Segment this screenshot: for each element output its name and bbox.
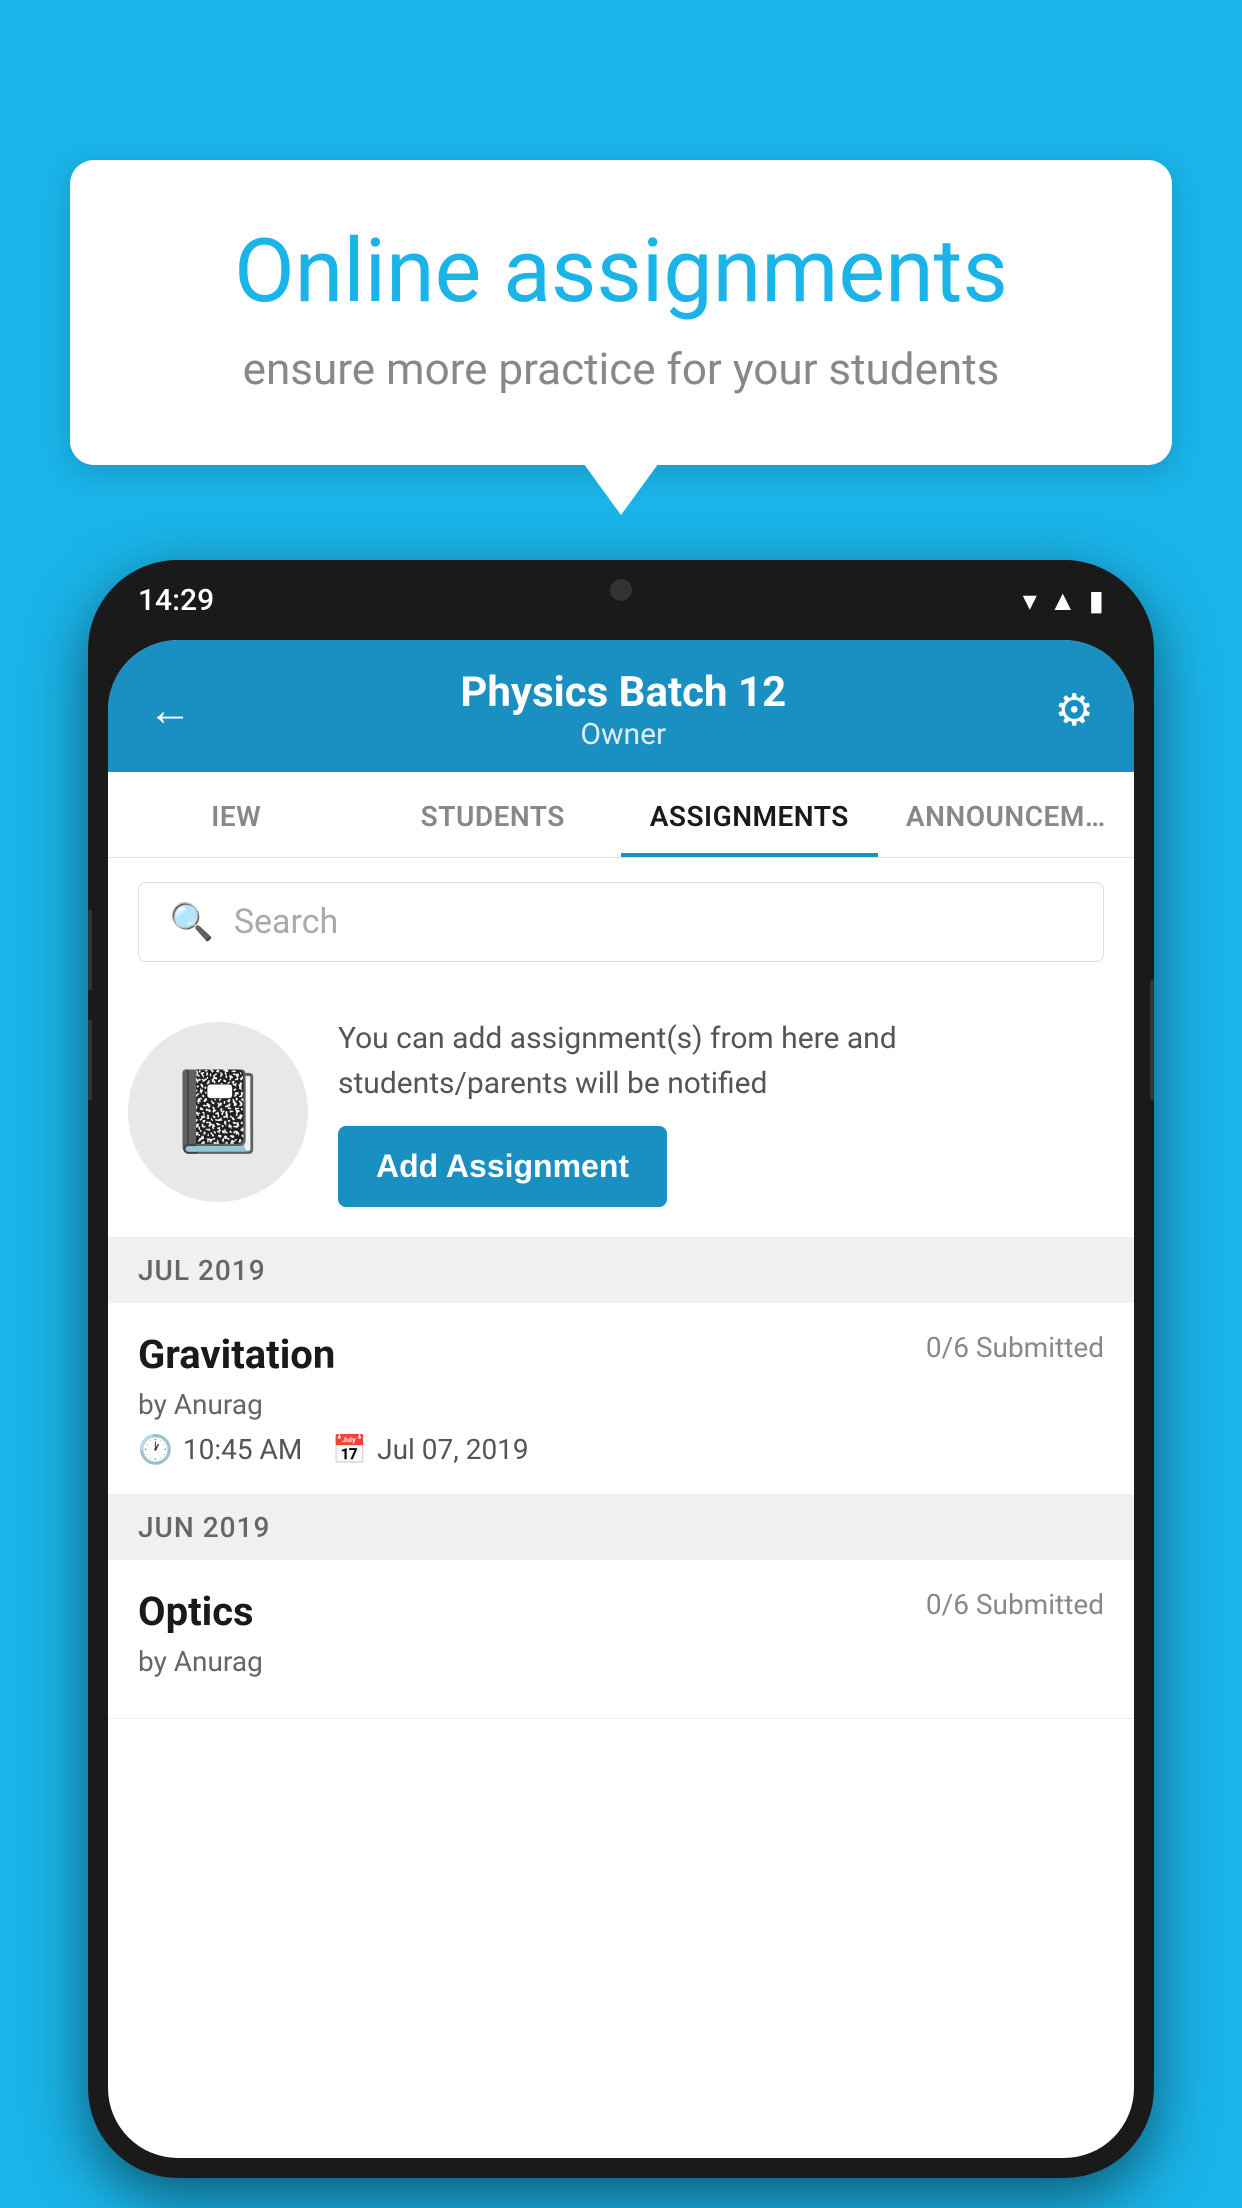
assignment-item-optics[interactable]: Optics 0/6 Submitted by Anurag (108, 1560, 1134, 1719)
header-title: Physics Batch 12 (460, 668, 786, 717)
volume-down-button[interactable] (88, 1020, 92, 1100)
power-button[interactable] (1150, 980, 1154, 1100)
wifi-icon: ▾ (1023, 584, 1037, 617)
speech-bubble: Online assignments ensure more practice … (70, 160, 1172, 465)
search-input[interactable]: Search (234, 902, 338, 942)
assignment-name: Gravitation (138, 1331, 335, 1378)
clock-icon: 🕐 (138, 1433, 173, 1466)
screen: ← Physics Batch 12 Owner ⚙ IEW STUDENTS … (108, 640, 1134, 2158)
assignment-date: 📅 Jul 07, 2019 (332, 1433, 528, 1466)
tab-iew[interactable]: IEW (108, 772, 365, 857)
bubble-subtitle: ensure more practice for your students (150, 343, 1092, 395)
back-button[interactable]: ← (148, 684, 192, 736)
signal-icon: ▲ (1049, 584, 1077, 617)
tabs-bar: IEW STUDENTS ASSIGNMENTS ANNOUNCEM… (108, 772, 1134, 858)
app-header: ← Physics Batch 12 Owner ⚙ (108, 640, 1134, 772)
assignment-top: Gravitation 0/6 Submitted (138, 1331, 1104, 1378)
header-center: Physics Batch 12 Owner (460, 668, 786, 752)
volume-up-button[interactable] (88, 910, 92, 990)
assignment-name-optics: Optics (138, 1588, 254, 1635)
status-bar: 14:29 ▾ ▲ ▮ (88, 560, 1154, 640)
assignment-by-optics: by Anurag (138, 1645, 1104, 1678)
search-container: 🔍 Search (108, 858, 1134, 986)
notch-cutout (531, 560, 711, 620)
assignment-time: 🕐 10:45 AM (138, 1433, 302, 1466)
search-bar[interactable]: 🔍 Search (138, 882, 1104, 962)
assignment-top-optics: Optics 0/6 Submitted (138, 1588, 1104, 1635)
camera-dot (610, 579, 632, 601)
tab-assignments[interactable]: ASSIGNMENTS (621, 772, 878, 857)
assignment-item-gravitation[interactable]: Gravitation 0/6 Submitted by Anurag 🕐 10… (108, 1303, 1134, 1495)
status-time: 14:29 (138, 583, 214, 618)
assignment-submitted: 0/6 Submitted (926, 1331, 1104, 1364)
header-subtitle: Owner (460, 717, 786, 752)
tab-students[interactable]: STUDENTS (365, 772, 622, 857)
month-label-jul: JUL 2019 (138, 1254, 266, 1287)
assignment-by: by Anurag (138, 1388, 1104, 1421)
settings-icon[interactable]: ⚙ (1055, 684, 1094, 736)
promo-right: You can add assignment(s) from here and … (338, 1016, 1104, 1207)
month-section-jul: JUL 2019 (108, 1238, 1134, 1303)
assignment-meta: 🕐 10:45 AM 📅 Jul 07, 2019 (138, 1433, 1104, 1466)
tab-announcements[interactable]: ANNOUNCEM… (878, 772, 1135, 857)
assignment-icon: 📓 (128, 1022, 308, 1202)
promo-text: You can add assignment(s) from here and … (338, 1016, 1104, 1106)
month-section-jun: JUN 2019 (108, 1495, 1134, 1560)
bubble-title: Online assignments (150, 220, 1092, 323)
time-value: 10:45 AM (183, 1433, 302, 1466)
assignment-promo: 📓 You can add assignment(s) from here an… (108, 986, 1134, 1238)
date-value: Jul 07, 2019 (377, 1433, 529, 1466)
battery-icon: ▮ (1089, 584, 1104, 617)
assignment-submitted-optics: 0/6 Submitted (926, 1588, 1104, 1621)
month-label-jun: JUN 2019 (138, 1511, 270, 1544)
add-assignment-button[interactable]: Add Assignment (338, 1126, 667, 1207)
phone-frame: 14:29 ▾ ▲ ▮ ← Physics Batch 12 Owner ⚙ I… (88, 560, 1154, 2178)
search-icon: 🔍 (169, 901, 214, 943)
calendar-icon: 📅 (332, 1433, 367, 1466)
status-icons: ▾ ▲ ▮ (1023, 584, 1104, 617)
